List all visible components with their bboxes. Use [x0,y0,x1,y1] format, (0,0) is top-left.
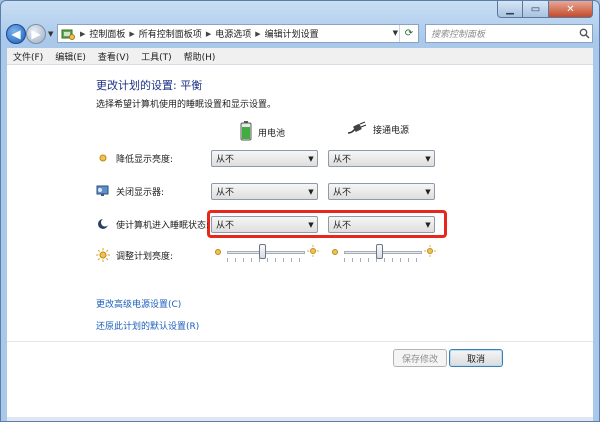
setting-label: 关闭显示器: [116,187,165,198]
forward-arrow-icon: ▶ [31,27,41,41]
sleep-plugged-select[interactable]: 从不 ▼ [328,216,435,233]
refresh-button[interactable]: ⟳ [399,25,418,42]
minimize-icon: ▁ [506,3,514,15]
chevron-down-icon: ▼ [425,187,431,196]
select-value: 从不 [333,188,352,198]
menu-bar: 文件(F) 编辑(E) 查看(V) 工具(T) 帮助(H) [7,48,593,65]
maximize-icon: ▭ [530,3,541,15]
breadcrumb-separator: ▶ [205,29,212,38]
slider-track [344,251,422,254]
navigation-bar: ◀ ▶ ▼ ▶ 控制面板 ▶ 所有控制面板项 ▶ 电源选项 ▶ 编辑计划设置 ▼… [1,21,599,47]
setting-label: 调整计划亮度: [116,251,174,262]
turn-off-display-battery-select[interactable]: 从不 ▼ [211,183,318,200]
chevron-down-icon: ▼ [308,220,314,229]
search-icon[interactable] [576,28,592,39]
slider-track [227,251,305,254]
chevron-down-icon: ▼ [425,220,431,229]
brightness-high-icon [424,245,436,257]
menu-file[interactable]: 文件(F) [7,50,49,63]
back-button[interactable]: ◀ [6,24,26,44]
breadcrumb-separator: ▶ [80,29,86,38]
setting-dim-display: 降低显示亮度: [96,151,173,165]
close-icon: ✕ [566,3,575,15]
chevron-down-icon: ▼ [308,154,314,163]
address-dropdown-icon[interactable]: ▼ [393,29,398,37]
menu-view[interactable]: 查看(V) [92,50,135,63]
slider-thumb[interactable] [376,244,383,259]
cancel-button[interactable]: 取消 [449,349,503,367]
recent-pages-dropdown-icon[interactable]: ▼ [48,30,53,38]
back-arrow-icon: ◀ [11,27,21,41]
save-changes-button[interactable]: 保存修改 [393,349,447,367]
brightness-low-icon [329,246,341,258]
select-value: 从不 [333,221,352,231]
forward-button[interactable]: ▶ [26,24,46,44]
page-title: 更改计划的设置: 平衡 [96,79,203,92]
select-value: 从不 [216,188,235,198]
breadcrumb-item[interactable]: 电源选项 [215,27,251,40]
close-button[interactable]: ✕ [549,1,593,18]
setting-turn-off-display: 关闭显示器: [96,184,164,198]
caption-buttons: ▁ ▭ ✕ [497,1,593,19]
brightness-plugged-slider[interactable] [344,243,422,263]
setting-brightness: 调整计划亮度: [96,248,173,262]
column-battery-label: 用电池 [258,129,286,139]
breadcrumb-item[interactable]: 所有控制面板项 [139,27,202,40]
sleep-battery-select[interactable]: 从不 ▼ [211,216,318,233]
brightness-low-icon [212,246,224,258]
menu-edit[interactable]: 编辑(E) [49,50,92,63]
setting-label: 降低显示亮度: [116,154,174,165]
brightness-battery-slider[interactable] [227,243,305,263]
column-plugged-label: 接通电源 [373,126,410,136]
chevron-down-icon: ▼ [425,154,431,163]
control-panel-icon [60,26,76,42]
brightness-high-icon [307,245,319,257]
address-bar[interactable]: ▶ 控制面板 ▶ 所有控制面板项 ▶ 电源选项 ▶ 编辑计划设置 ▼ ⟳ [57,24,419,43]
breadcrumb-item[interactable]: 控制面板 [89,27,125,40]
sleep-moon-icon [96,217,110,231]
monitor-icon [96,184,110,198]
minimize-button[interactable]: ▁ [497,1,523,18]
control-panel-window: ▁ ▭ ✕ ◀ ▶ ▼ ▶ 控制面板 ▶ 所有控制面板项 ▶ 电源选项 ▶ 编辑… [0,0,600,422]
breadcrumb-item[interactable]: 编辑计划设置 [265,27,319,40]
status-bar [7,417,593,421]
select-value: 从不 [216,155,235,165]
menu-tools[interactable]: 工具(T) [135,50,178,63]
chevron-down-icon: ▼ [308,187,314,196]
dim-display-plugged-select[interactable]: 从不 ▼ [328,150,435,167]
setting-sleep: 使计算机进入睡眠状态: [96,217,209,231]
dim-display-icon [96,151,110,165]
power-plug-icon [347,121,367,138]
search-placeholder: 搜索控制面板 [431,30,486,40]
column-plugged: 接通电源 [347,121,409,138]
turn-off-display-plugged-select[interactable]: 从不 ▼ [328,183,435,200]
slider-ticks [227,258,305,262]
column-battery: 用电池 [240,121,285,144]
content-pane: 更改计划的设置: 平衡 选择希望计算机使用的睡眠设置和显示设置。 用电池 接通电… [7,65,593,417]
dim-display-battery-select[interactable]: 从不 ▼ [211,150,318,167]
breadcrumb-separator: ▶ [255,29,261,38]
menu-help[interactable]: 帮助(H) [178,50,222,63]
search-box[interactable]: 搜索控制面板 [425,24,593,43]
divider [7,341,593,342]
maximize-button[interactable]: ▭ [523,1,549,18]
setting-label: 使计算机进入睡眠状态: [116,220,210,231]
select-value: 从不 [216,221,235,231]
restore-defaults-link[interactable]: 还原此计划的默认设置(R) [96,319,199,332]
page-subtitle: 选择希望计算机使用的睡眠设置和显示设置。 [96,100,277,110]
advanced-settings-link[interactable]: 更改高级电源设置(C) [96,297,181,310]
refresh-icon: ⟳ [404,28,414,39]
slider-ticks [344,258,422,262]
battery-icon [240,121,252,144]
brightness-sun-icon [96,248,110,262]
slider-thumb[interactable] [259,244,266,259]
breadcrumb-separator: ▶ [129,29,135,38]
select-value: 从不 [333,155,352,165]
